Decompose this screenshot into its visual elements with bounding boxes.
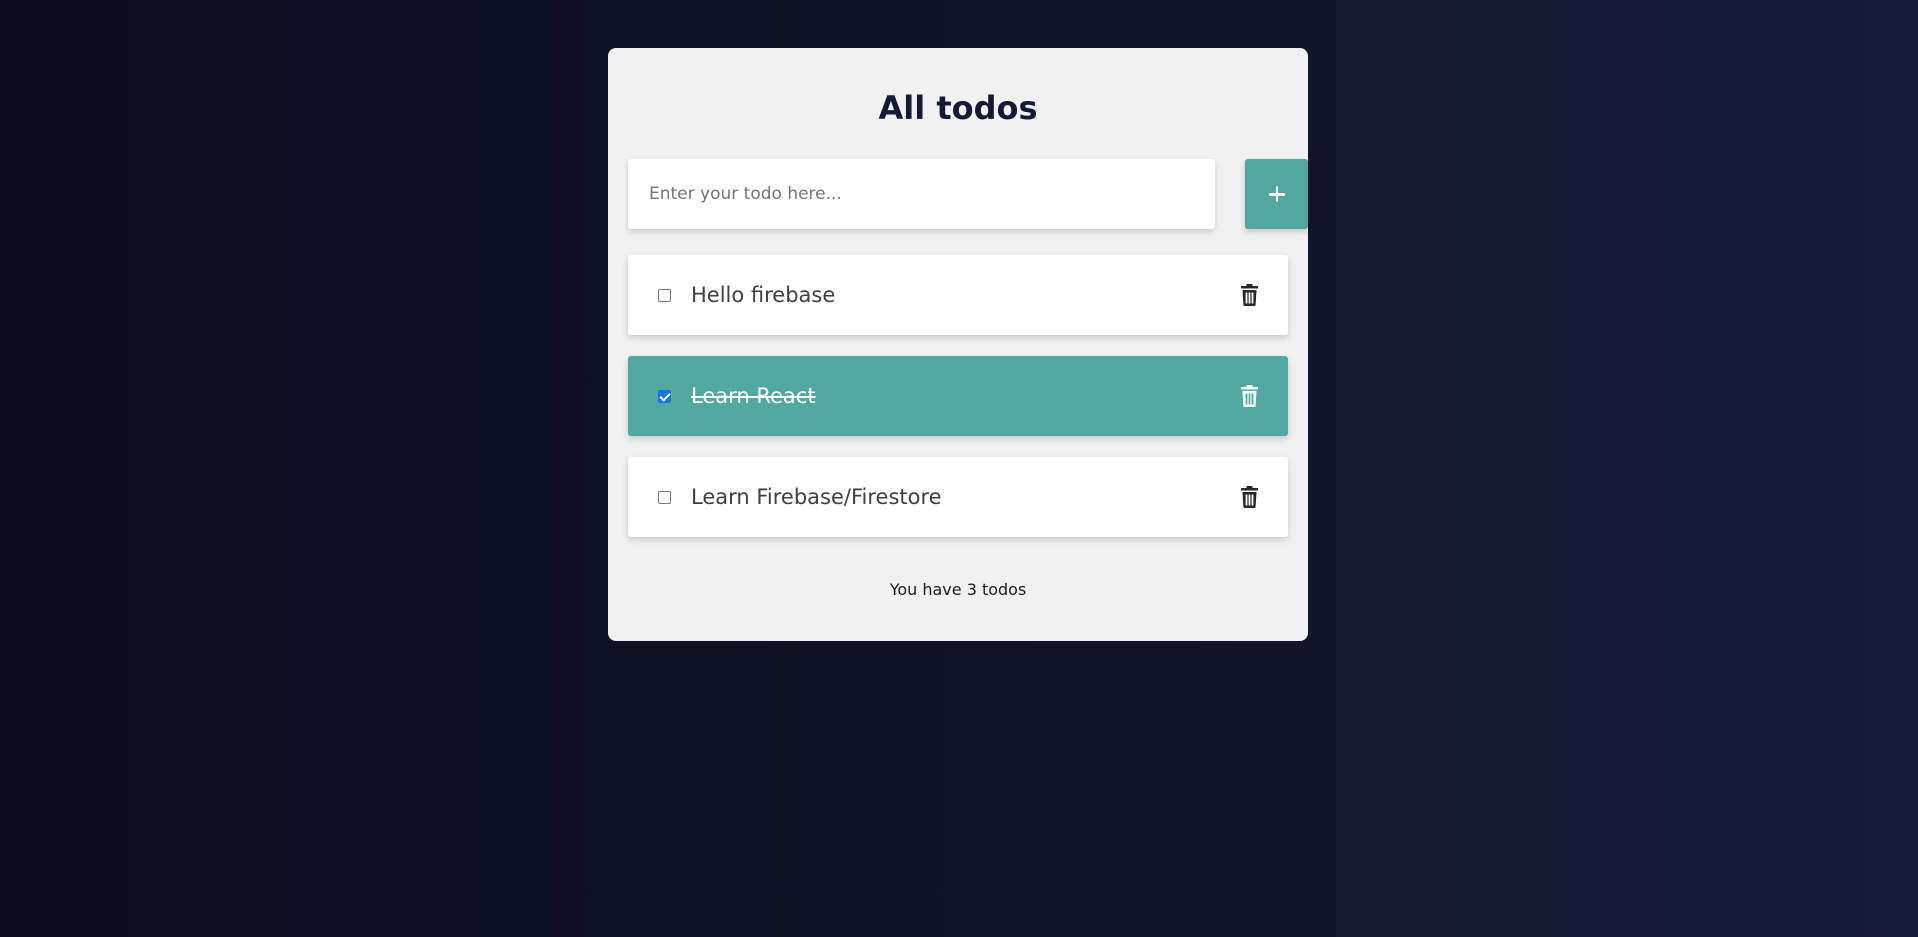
todo-count: You have 3 todos [889,580,1027,599]
todo-text: Learn Firebase/Firestore [691,485,942,509]
todo-input[interactable] [628,159,1215,229]
todo-item: Learn Firebase/Firestore [628,457,1288,537]
todo-item: Hello firebase [628,255,1288,335]
add-todo-form [628,159,1308,229]
page-title: All todos [878,89,1038,127]
trash-icon[interactable] [1241,385,1258,407]
todo-item: Learn React [628,356,1288,436]
plus-icon [1268,186,1285,202]
todo-text: Learn React [691,384,816,408]
trash-icon[interactable] [1241,486,1258,508]
todo-checkbox[interactable] [658,491,671,504]
todo-checkbox[interactable] [658,390,671,403]
todo-card: All todos Hello firebase Learn React [608,48,1308,641]
trash-icon[interactable] [1241,284,1258,306]
todo-checkbox[interactable] [658,289,671,302]
todo-text: Hello firebase [691,283,836,307]
add-todo-button[interactable] [1245,159,1308,229]
